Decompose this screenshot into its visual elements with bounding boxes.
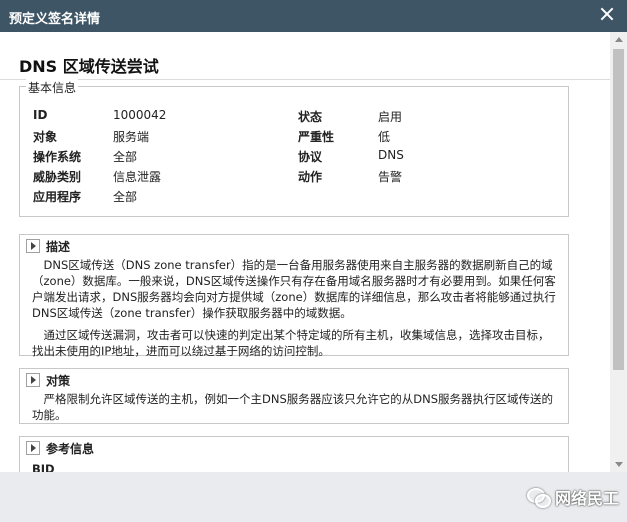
countermeasure-header[interactable]: 对策	[26, 373, 71, 388]
description-label: 描述	[46, 239, 71, 254]
dialog-title: 预定义签名详情	[9, 12, 101, 27]
field-key: 对象	[33, 130, 58, 144]
watermark: 网络民工	[526, 485, 619, 509]
countermeasure-line: 功能。	[32, 408, 67, 422]
field-value: DNS	[378, 148, 404, 162]
watermark-text: 网络民工	[554, 489, 619, 508]
field-key: 动作	[298, 170, 323, 184]
description-panel: 描述 DNS区域传送（DNS zone transfer）指的是一台备用服务器使…	[19, 234, 569, 359]
scroll-down-icon[interactable]	[615, 462, 623, 467]
scroll-up-icon[interactable]	[615, 37, 623, 42]
reference-panel: 参考信息 BID	[19, 436, 569, 472]
description-line: 通过区域传送漏洞，攻击者可以快速的判定出某个特定域的所有主机，收集域信息，选择攻…	[32, 328, 550, 342]
expand-toggle-icon[interactable]	[26, 239, 40, 253]
dialog-titlebar: 预定义签名详情	[0, 0, 627, 32]
field-key: 严重性	[298, 130, 335, 144]
description-line: DNS区域传送（zone transfer）操作获取服务器中的域数据。	[32, 306, 352, 320]
field-value: 全部	[113, 190, 138, 204]
countermeasure-text: 严格限制允许区域传送的主机，例如一个主DNS服务器应该只允许它的从DNS服务器执…	[32, 391, 564, 423]
reference-label: 参考信息	[46, 441, 95, 456]
dialog-content: DNS 区域传送尝试 基本信息 ID 1000042 对象 服务端 操作系统 全…	[0, 32, 610, 472]
countermeasure-line: 严格限制允许区域传送的主机，例如一个主DNS服务器应该只允许它的从DNS服务器执…	[32, 392, 554, 406]
signature-title: DNS 区域传送尝试	[19, 57, 159, 76]
field-key: 协议	[298, 150, 323, 164]
dialog-footer: 网络民工	[0, 472, 627, 522]
description-header[interactable]: 描述	[26, 239, 71, 254]
expand-toggle-icon[interactable]	[26, 373, 40, 387]
field-key: 应用程序	[33, 190, 82, 204]
field-value: 全部	[113, 150, 138, 164]
field-key: 状态	[298, 110, 323, 124]
field-value: 1000042	[113, 108, 167, 122]
basic-info-legend: 基本信息	[26, 79, 79, 96]
field-key: 操作系统	[33, 150, 82, 164]
description-line: （zone）数据库。一般来说，DNS区域传送操作只有存在备用域名服务器时才有必要…	[32, 274, 556, 288]
field-value: 告警	[378, 170, 403, 184]
vertical-scrollbar[interactable]	[610, 32, 627, 472]
field-value: 启用	[378, 110, 403, 124]
field-key: ID	[33, 108, 48, 122]
expand-toggle-icon[interactable]	[26, 441, 40, 455]
title-divider	[0, 79, 610, 80]
reference-bid-key: BID	[32, 462, 55, 472]
field-value: 信息泄露	[113, 170, 162, 184]
close-icon[interactable]	[599, 6, 615, 22]
description-text: DNS区域传送（DNS zone transfer）指的是一台备用服务器使用来自…	[32, 257, 564, 359]
field-value: 低	[378, 130, 391, 144]
field-value: 服务端	[113, 130, 150, 144]
scroll-thumb[interactable]	[613, 49, 624, 370]
field-key: 威胁类别	[33, 170, 82, 184]
reference-header[interactable]: 参考信息	[26, 441, 95, 456]
wechat-icon	[526, 488, 551, 508]
description-line: 户端发出请求，DNS服务器均会向对方提供域（zone）数据库的详细信息，那么攻击…	[32, 290, 556, 304]
description-line: 找出未使用的IP地址，进而可以绕过基于网络的访问控制。	[32, 344, 330, 358]
countermeasure-panel: 对策 严格限制允许区域传送的主机，例如一个主DNS服务器应该只允许它的从DNS服…	[19, 368, 569, 424]
description-line: DNS区域传送（DNS zone transfer）指的是一台备用服务器使用来自…	[32, 258, 553, 272]
basic-info-group: 基本信息 ID 1000042 对象 服务端 操作系统 全部 威胁类别 信息泄露…	[19, 79, 569, 217]
countermeasure-label: 对策	[46, 373, 71, 388]
